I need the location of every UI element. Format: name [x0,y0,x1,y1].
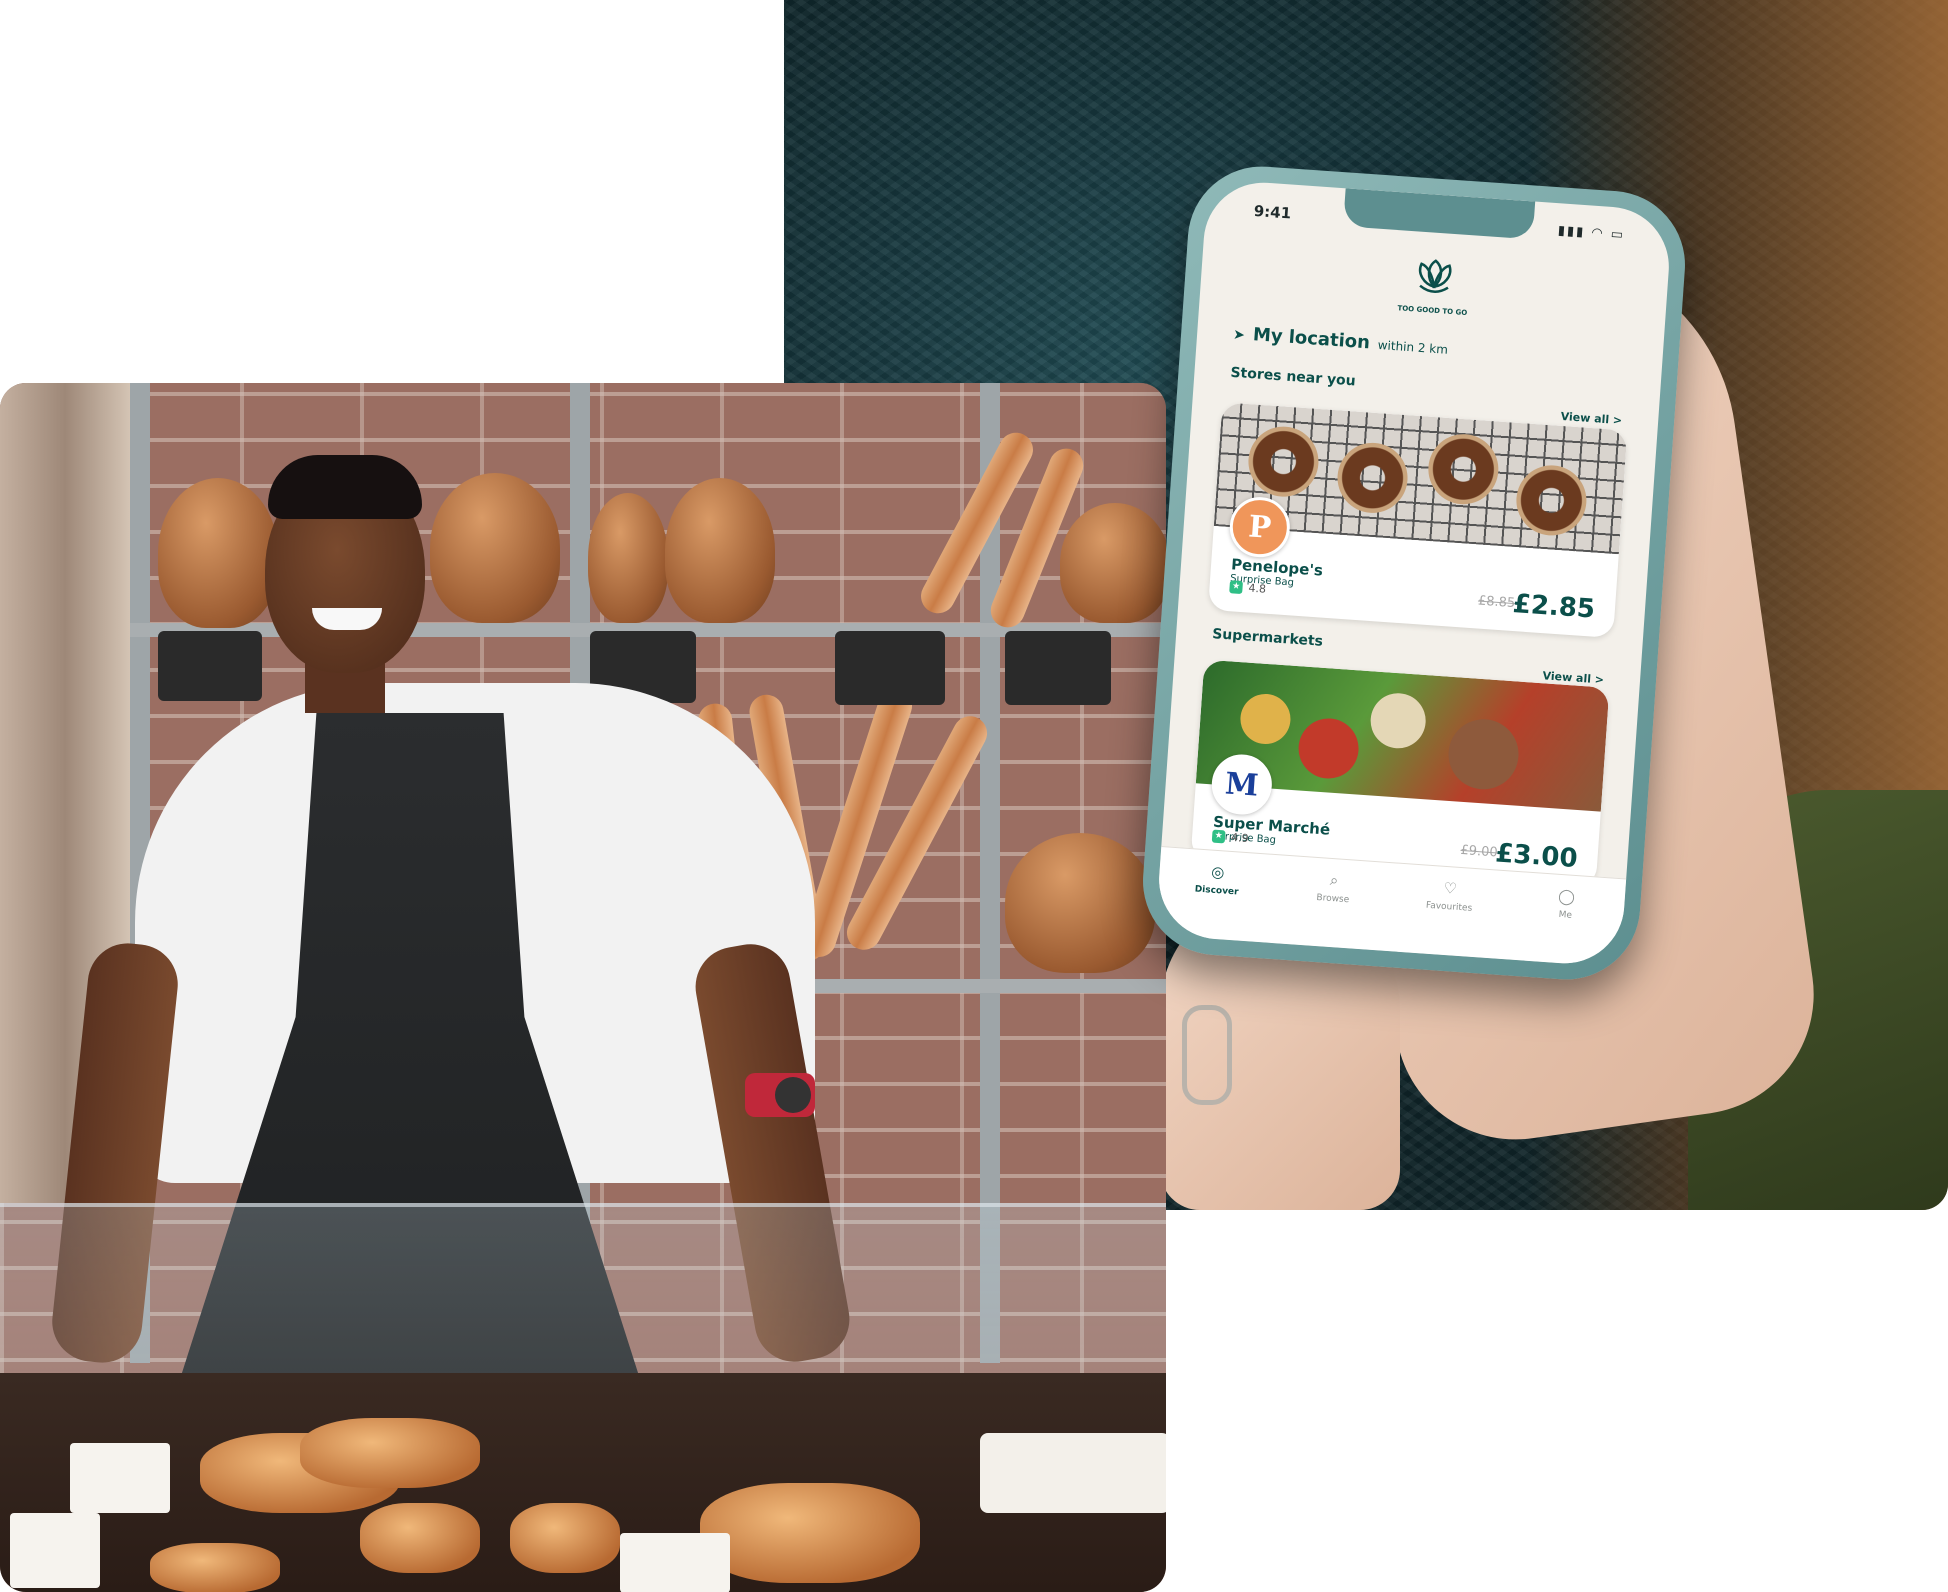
status-time: 9:41 [1253,201,1292,223]
donut [1246,424,1321,499]
wifi-icon: ◠ [1590,225,1606,242]
original-price: £9.00 [1460,842,1499,861]
smartphone: 9:41 ▮▮▮ ◠ ▭ TOO GOOD TO GO ➤ My locatio… [1138,161,1690,985]
bread-loaf [158,478,278,628]
pastry [300,1418,480,1488]
baker-hair [268,455,422,519]
store-rating: ★ 4.8 [1229,580,1266,596]
too-good-to-go-logo: TOO GOOD TO GO [1397,259,1468,317]
donut [1514,463,1589,538]
photo-baker [0,383,1166,1592]
tab-favourites[interactable]: ♡ Favourites [1414,875,1486,915]
price-tag [620,1533,730,1592]
donut [1335,440,1410,516]
produce [1296,716,1361,781]
produce [1238,692,1293,746]
tab-label: Favourites [1425,900,1473,914]
location-title: My location [1252,324,1371,354]
tab-discover[interactable]: ◎ Discover [1181,859,1253,899]
star-icon: ★ [1229,580,1244,595]
baker-smile [312,608,382,630]
tab-label: Me [1558,909,1573,921]
location-radius: within 2 km [1377,337,1449,357]
pastry [360,1503,480,1573]
store-rating: ★ 4.9 [1211,829,1250,846]
discount-price: £3.00 [1494,838,1579,875]
pastry [510,1503,620,1573]
logo-wordmark: TOO GOOD TO GO [1397,304,1467,317]
tab-label: Discover [1194,884,1239,898]
produce [1368,691,1428,751]
view-all-stores-link[interactable]: View all > [1560,410,1622,427]
compass-icon: ◎ [1210,862,1226,882]
status-icons: ▮▮▮ ◠ ▭ [1557,223,1625,243]
wristwatch [745,1073,815,1117]
section-title-stores-near-you: Stores near you [1229,364,1357,390]
rating-value: 4.9 [1230,830,1250,846]
bread-loaf [588,493,668,623]
tab-me[interactable]: ◯ Me [1530,883,1602,923]
price-chalkboard [158,631,262,701]
ring [1182,1005,1232,1105]
battery-icon: ▭ [1610,226,1626,243]
bread-loaf [1060,503,1166,623]
pastry [700,1483,920,1583]
section-title-supermarkets: Supermarkets [1211,626,1324,650]
pastry [150,1543,280,1592]
price-tag [70,1443,170,1513]
bread-loaf [430,473,560,623]
bread-loaf [665,478,775,623]
price-chalkboard [835,631,945,705]
tab-label: Browse [1316,892,1350,906]
donut [1426,431,1501,507]
tab-browse[interactable]: ⌕ Browse [1298,867,1370,907]
store-card-penelopes[interactable]: P Penelope's Surprise Bag ★ 4.8 £8.85 £2… [1207,402,1628,639]
star-icon: ★ [1211,829,1226,844]
rating-value: 4.8 [1248,581,1267,596]
signal-icon: ▮▮▮ [1557,223,1586,241]
app-screen: 9:41 ▮▮▮ ◠ ▭ TOO GOOD TO GO ➤ My locatio… [1155,178,1673,968]
produce [1446,716,1521,792]
serving-plate [980,1433,1166,1513]
original-price: £8.85 [1477,593,1516,612]
profile-icon: ◯ [1557,886,1576,906]
price-tag [10,1513,100,1588]
heart-icon: ♡ [1442,878,1458,898]
navigation-arrow-icon: ➤ [1232,326,1246,344]
discount-price: £2.85 [1511,589,1596,625]
location-selector[interactable]: ➤ My location within 2 km [1233,323,1449,359]
price-chalkboard [1005,631,1111,705]
bread-loaf [1005,833,1155,973]
search-icon: ⌕ [1329,870,1339,890]
